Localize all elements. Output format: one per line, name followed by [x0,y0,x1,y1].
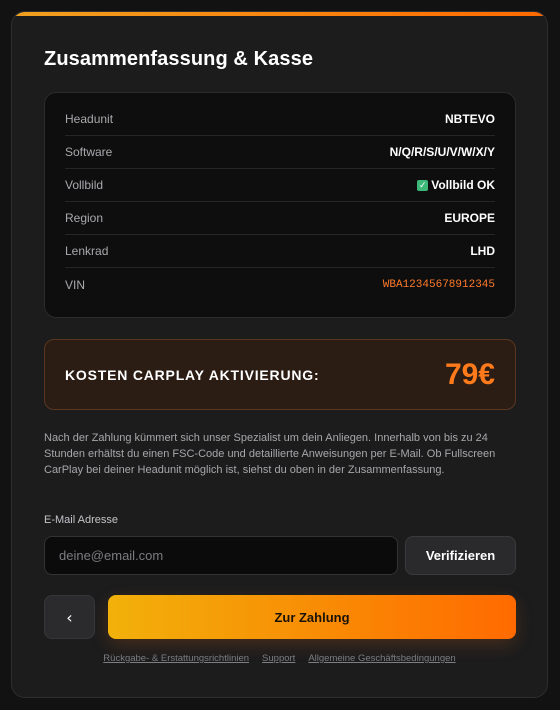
summary-row-headunit: Headunit NBTEVO [65,103,495,136]
summary-table: Headunit NBTEVO Software N/Q/R/S/U/V/W/X… [44,92,516,318]
summary-value: NBTEVO [444,112,495,126]
summary-value: N/Q/R/S/U/V/W/X/Y [389,145,495,159]
summary-row-lenkrad: Lenkrad LHD [65,235,495,268]
check-icon: ✓ [417,179,429,191]
email-field[interactable] [44,536,398,575]
support-link[interactable]: Support [262,653,295,664]
summary-row-vin: VIN WBA12345678912345 [65,268,495,301]
summary-label: VIN [65,277,86,292]
verify-button[interactable]: Verifizieren [405,536,516,575]
refund-policy-link[interactable]: Rückgabe- & Erstattungsrichtlinien [103,653,249,664]
summary-row-software: Software N/Q/R/S/U/V/W/X/Y [65,136,495,169]
vin-value: WBA12345678912345 [382,278,495,291]
page-title: Zusammenfassung & Kasse [44,48,314,70]
checkout-card: Zusammenfassung & Kasse Headunit NBTEVO … [11,11,548,698]
summary-value: Vollbild OK [431,178,495,192]
summary-value: EUROPE [444,211,495,225]
pay-button[interactable]: Zur Zahlung [108,595,516,639]
terms-link[interactable]: Allgemeine Geschäftsbedingungen [308,653,455,664]
summary-label: Region [65,211,104,225]
summary-row-vollbild: Vollbild ✓ Vollbild OK [65,169,495,202]
summary-row-region: Region EUROPE [65,202,495,235]
cost-price: 79€ [444,357,495,391]
summary-value-wrapper: ✓ Vollbild OK [417,178,495,192]
cost-box: KOSTEN CARPLAY AKTIVIERUNG: 79€ [44,339,516,410]
summary-label: Software [65,145,113,159]
summary-label: Vollbild [65,178,104,192]
footer-links: Rückgabe- & Erstattungsrichtlinien Suppo… [12,653,547,664]
summary-label: Lenkrad [65,244,109,258]
info-text: Nach der Zahlung kümmert sich unser Spez… [44,432,496,476]
summary-value: LHD [470,244,495,258]
summary-label: Headunit [65,112,114,126]
card-accent-bar [12,12,547,16]
email-label: E-Mail Adresse [44,514,118,526]
cost-label: KOSTEN CARPLAY AKTIVIERUNG: [65,366,320,383]
back-button[interactable]: ‹ [44,595,95,639]
